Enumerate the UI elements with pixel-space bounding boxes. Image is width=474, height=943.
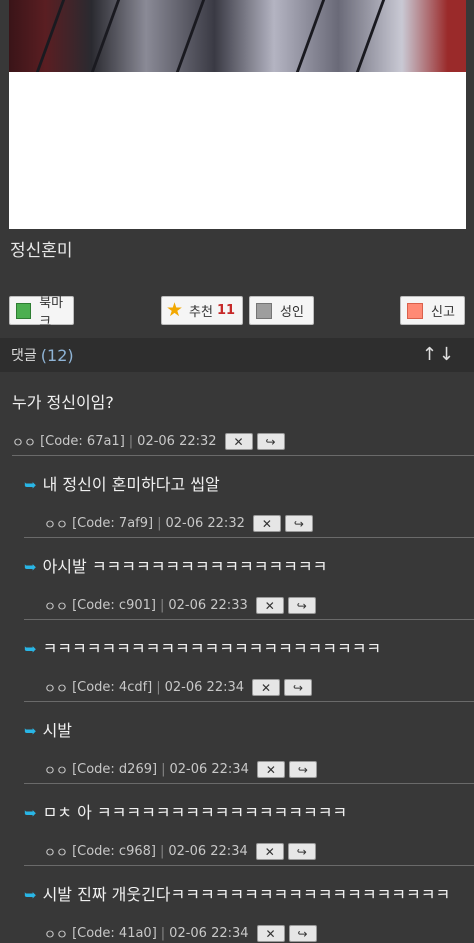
comment-text: 아시발 ㅋㅋㅋㅋㅋㅋㅋㅋㅋㅋㅋㅋㅋㅋㅋㅋ (42, 557, 328, 576)
reply-item: ➥ ㅁㅊ 아 ㅋㅋㅋㅋㅋㅋㅋㅋㅋㅋㅋㅋㅋㅋㅋㅋㅋ ㅇㅇ [Code: c968] … (24, 799, 347, 861)
comments-count: (12) (40, 345, 74, 365)
comment-date: 02-06 22:34 (169, 926, 249, 941)
comment-code: [Code: 41a0] (72, 926, 157, 941)
comment-code: [Code: 4cdf] (72, 680, 153, 695)
reply-indicator-icon: ➥ (24, 476, 37, 494)
bookmark-label: 북마크 (39, 295, 64, 330)
close-icon[interactable]: ✕ (255, 843, 284, 860)
close-icon[interactable]: ✕ (252, 515, 281, 532)
reply-arrow-icon[interactable]: ↪ (287, 843, 316, 860)
reply-item: ➥ 시발 ㅇㅇ [Code: d269] | 02-06 22:34 ✕ ↪ (24, 717, 317, 779)
comment-author: ㅇㅇ (44, 518, 68, 533)
meta-divider: | (157, 516, 162, 531)
close-icon[interactable]: ✕ (255, 597, 284, 614)
comment-code: [Code: c968] (72, 844, 156, 859)
comments-header: 댓글 (12) ↑↓ (0, 338, 474, 372)
comment-text: ㅁㅊ 아 ㅋㅋㅋㅋㅋㅋㅋㅋㅋㅋㅋㅋㅋㅋㅋㅋㅋ (42, 803, 348, 822)
bookmark-button[interactable]: 북마크 (9, 296, 74, 330)
comment-code: [Code: 67a1] (40, 434, 125, 449)
meta-divider: | (161, 762, 166, 777)
reply-arrow-icon[interactable]: ↪ (288, 761, 317, 778)
reply-item: ➥ ㅋㅋㅋㅋㅋㅋㅋㅋㅋㅋㅋㅋㅋㅋㅋㅋㅋㅋㅋㅋㅋㅋㅋ ㅇㅇ [Code: 4cdf]… (24, 635, 381, 697)
comment-divider (12, 455, 474, 456)
meta-divider: | (156, 680, 161, 695)
report-label: 신고 (431, 305, 455, 320)
recommend-label: 추천 (189, 305, 213, 320)
reply-indicator-icon: ➥ (24, 886, 37, 904)
recommend-count: 11 (216, 303, 236, 318)
close-icon[interactable]: ✕ (252, 679, 281, 696)
reply-indicator-icon: ➥ (24, 558, 37, 576)
comment-text: 시발 (42, 721, 73, 740)
comment-date: 02-06 22:34 (168, 844, 248, 859)
reply-item: ➥ 내 정신이 혼미하다고 씹알 ㅇㅇ [Code: 7af9] | 02-06 … (24, 471, 313, 533)
recommend-button[interactable]: ★ 추천 11 (161, 296, 243, 325)
comic-white-panel (9, 72, 466, 229)
adult-button[interactable]: 성인 (249, 296, 314, 325)
comment-item: 누가 정신이임? ㅇㅇ [Code: 67a1] | 02-06 22:32 ✕… (12, 389, 285, 451)
star-icon: ★ (166, 299, 184, 321)
comment-date: 02-06 22:33 (168, 598, 248, 613)
meta-divider: | (159, 844, 165, 859)
reply-arrow-icon[interactable]: ↪ (288, 925, 317, 942)
sort-toggle-icon[interactable]: ↑↓ (422, 344, 456, 365)
comment-date: 02-06 22:34 (164, 680, 245, 695)
comic-image-panel (9, 0, 466, 72)
comment-divider (24, 865, 474, 866)
comment-date: 02-06 22:34 (169, 762, 249, 777)
comment-author: ㅇㅇ (44, 846, 68, 861)
adult-icon (256, 302, 272, 319)
comment-code: [Code: c901] (72, 598, 156, 613)
comment-author: ㅇㅇ (44, 764, 68, 779)
meta-divider: | (128, 434, 134, 449)
reply-indicator-icon: ➥ (24, 640, 37, 658)
meta-divider: | (160, 926, 166, 941)
close-icon[interactable]: ✕ (224, 433, 253, 450)
comment-author: ㅇㅇ (44, 682, 68, 697)
comment-date: 02-06 22:32 (137, 434, 217, 449)
close-icon[interactable]: ✕ (256, 925, 285, 942)
reply-arrow-icon[interactable]: ↪ (284, 515, 313, 532)
report-icon (407, 302, 423, 319)
comic-title: 정신혼미 (10, 241, 73, 261)
reply-item: ➥ 아시발 ㅋㅋㅋㅋㅋㅋㅋㅋㅋㅋㅋㅋㅋㅋㅋㅋ ㅇㅇ [Code: c901] | … (24, 553, 327, 615)
reply-indicator-icon: ➥ (24, 722, 37, 740)
close-icon[interactable]: ✕ (256, 761, 285, 778)
bookmark-icon (16, 302, 32, 319)
comment-code: [Code: d269] (72, 762, 158, 777)
comment-text: 내 정신이 혼미하다고 씹알 (42, 475, 220, 494)
comment-author: ㅇㅇ (44, 600, 68, 615)
comment-divider (24, 783, 474, 784)
reply-arrow-icon[interactable]: ↪ (256, 433, 285, 450)
meta-divider: | (159, 598, 165, 613)
comment-text: 누가 정신이임? (12, 393, 114, 412)
comment-author: ㅇㅇ (12, 436, 36, 451)
comment-divider (24, 701, 474, 702)
adult-label: 성인 (280, 305, 304, 320)
reply-arrow-icon[interactable]: ↪ (287, 597, 316, 614)
comments-label: 댓글 (11, 348, 37, 364)
reply-indicator-icon: ➥ (24, 804, 37, 822)
comment-date: 02-06 22:32 (165, 516, 245, 531)
reply-item: ➥ 시발 진짜 개웃긴다ㅋㅋㅋㅋㅋㅋㅋㅋㅋㅋㅋㅋㅋㅋㅋㅋㅋㅋㅋ ㅇㅇ [Code:… (24, 881, 450, 943)
reply-arrow-icon[interactable]: ↪ (284, 679, 313, 696)
comment-text: 시발 진짜 개웃긴다ㅋㅋㅋㅋㅋㅋㅋㅋㅋㅋㅋㅋㅋㅋㅋㅋㅋㅋㅋ (42, 885, 451, 904)
comment-divider (24, 619, 474, 620)
comment-text: ㅋㅋㅋㅋㅋㅋㅋㅋㅋㅋㅋㅋㅋㅋㅋㅋㅋㅋㅋㅋㅋㅋㅋ (42, 639, 382, 658)
comment-author: ㅇㅇ (44, 928, 68, 943)
comment-code: [Code: 7af9] (72, 516, 154, 531)
comment-divider (24, 537, 474, 538)
report-button[interactable]: 신고 (400, 296, 465, 325)
